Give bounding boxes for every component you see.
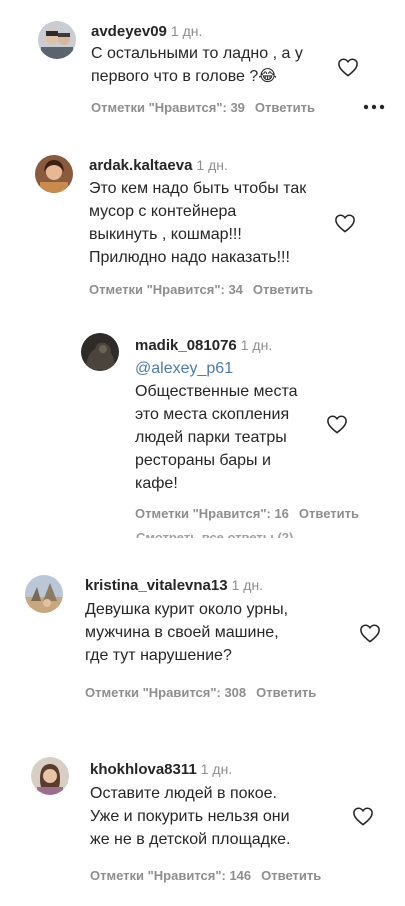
username[interactable]: madik_081076 [135, 337, 237, 354]
comment-text: Оставите людей в покое. Уже и покурить н… [90, 782, 290, 851]
comment-line: людей парки театры [135, 429, 287, 446]
username[interactable]: khokhlova8311 [90, 761, 197, 778]
comment-line: же не в детской площадке. [90, 831, 291, 848]
comment-time: 1 дн. [196, 157, 228, 173]
view-all-replies-link[interactable]: Смотреть все ответы (2) [136, 527, 293, 538]
comment-line: Уже и покурить нельзя они [90, 808, 290, 825]
mention-link[interactable]: @alexey_p61 [135, 357, 298, 380]
like-heart-icon[interactable] [334, 213, 356, 233]
comment-text: С остальными то ладно , а у первого что … [91, 42, 303, 88]
comment-time: 1 дн. [240, 337, 273, 353]
comment-line: кафе! [135, 475, 178, 492]
comment-line: где тут нарушение? [85, 647, 232, 664]
more-horizontal-icon[interactable] [363, 100, 385, 112]
avatar[interactable] [38, 21, 76, 59]
comment-text: @alexey_p61 Общественные места это места… [135, 357, 298, 495]
avatar[interactable] [81, 333, 119, 371]
reply-button[interactable]: Ответить [261, 868, 321, 883]
comment-line: мужчина в своей машине, [85, 624, 279, 641]
comment-time: 1 дн. [170, 23, 203, 39]
avatar[interactable] [31, 757, 69, 795]
comment-line: это места скопления [135, 406, 290, 423]
comment-line: Общественные места [135, 383, 298, 400]
comment-line: выкинуть , кошмар!!! [89, 226, 242, 243]
likes-count[interactable]: Отметки "Нравится": 16 [135, 506, 289, 521]
username[interactable]: avdeyev09 [91, 23, 167, 40]
reply-button[interactable]: Ответить [256, 685, 316, 700]
like-heart-icon[interactable] [326, 414, 348, 434]
comment-line: Это кем надо быть чтобы так [89, 180, 307, 197]
comment-time: 1 дн. [200, 761, 233, 777]
comment-line: Прилюдно надо наказать!!! [89, 249, 290, 266]
comment-line: Оставите людей в покое. [90, 785, 277, 802]
avatar[interactable] [35, 155, 73, 193]
avatar[interactable] [25, 575, 63, 613]
comment-line: С остальными то ладно , а у [91, 45, 303, 62]
comment-line: мусор с контейнера [89, 203, 237, 220]
comment-line: Девушка курит около урны, [85, 601, 289, 618]
likes-count[interactable]: Отметки "Нравится": 39 [91, 100, 245, 115]
like-heart-icon[interactable] [359, 623, 381, 643]
comment-line: рестораны бары и [135, 452, 271, 469]
likes-count[interactable]: Отметки "Нравится": 146 [90, 868, 251, 883]
comment-text: Девушка курит около урны, мужчина в свое… [85, 598, 288, 667]
like-heart-icon[interactable] [337, 57, 359, 77]
reply-button[interactable]: Ответить [253, 282, 313, 297]
username[interactable]: kristina_vitalevna13 [85, 577, 228, 594]
likes-count[interactable]: Отметки "Нравится": 34 [89, 282, 243, 297]
reply-button[interactable]: Ответить [299, 506, 359, 521]
comment-line: первого что в голове ?😂 [91, 68, 277, 85]
comment-text: Это кем надо быть чтобы так мусор с конт… [89, 177, 306, 269]
likes-count[interactable]: Отметки "Нравится": 308 [85, 685, 246, 700]
username[interactable]: ardak.kaltaeva [89, 157, 192, 174]
like-heart-icon[interactable] [352, 806, 374, 826]
reply-button[interactable]: Ответить [255, 100, 315, 115]
comment-time: 1 дн. [231, 577, 264, 593]
